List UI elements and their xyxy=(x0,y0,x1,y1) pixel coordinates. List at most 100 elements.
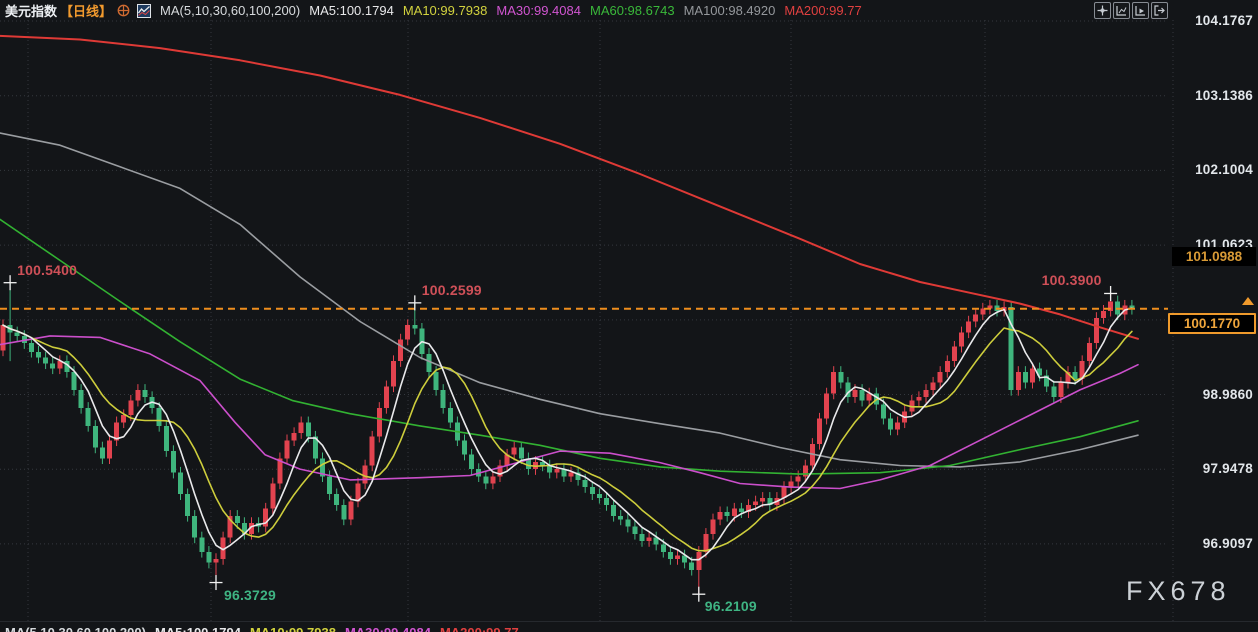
candle-body xyxy=(1030,368,1035,382)
candle-body xyxy=(689,563,694,570)
candle-body xyxy=(789,481,794,487)
candle-body xyxy=(206,552,211,563)
circle-plus-icon[interactable] xyxy=(117,4,130,17)
candle-body xyxy=(270,483,275,508)
price-annotation: 100.3900 xyxy=(1042,272,1102,288)
ma-line-ma200 xyxy=(0,36,1138,339)
candle-body xyxy=(853,390,858,397)
ma10-value: MA10:99.7938 xyxy=(403,3,488,18)
candle-body xyxy=(441,390,446,408)
fx678-watermark: FX678 xyxy=(1126,576,1231,607)
price-axis-label[interactable]: 98.9860 xyxy=(1141,387,1253,402)
high-price-tag: 101.0988 xyxy=(1172,247,1256,266)
candle-body xyxy=(135,390,140,401)
candle-body xyxy=(1,325,6,350)
candle-body xyxy=(881,404,886,418)
candle-body xyxy=(512,447,517,454)
candle-body xyxy=(434,372,439,390)
candle-body xyxy=(895,422,900,429)
symbol-name: 美元指数 xyxy=(5,1,57,20)
candle-body xyxy=(107,440,112,458)
candle-body xyxy=(398,340,403,362)
candle-body xyxy=(732,509,737,516)
candle-body xyxy=(1016,372,1021,390)
ma60-value: MA60:98.6743 xyxy=(590,3,675,18)
pane-separator xyxy=(0,621,1258,622)
cutoff-legend-text: MA30:99.4084 xyxy=(345,625,431,632)
candle-body xyxy=(79,390,84,408)
crosshair-icon[interactable] xyxy=(1094,2,1111,19)
candle-body xyxy=(760,498,765,502)
candle-body xyxy=(214,559,219,563)
candle-body xyxy=(121,415,126,422)
candle-body xyxy=(469,455,474,469)
candle-body xyxy=(675,555,680,559)
candle-body xyxy=(711,519,716,533)
candle-body xyxy=(164,426,169,451)
price-annotation: 96.2109 xyxy=(705,598,757,614)
candle-body xyxy=(1101,311,1106,318)
ma200-value: MA200:99.77 xyxy=(784,3,861,18)
candle-body xyxy=(235,516,240,523)
ma30-value: MA30:99.4084 xyxy=(496,3,581,18)
candle-body xyxy=(405,325,410,339)
price-annotation: 100.2599 xyxy=(422,282,482,298)
candle-body xyxy=(285,440,290,458)
candle-body xyxy=(157,408,162,426)
indicator-legend-cutoff: MA(5,10,30,60,100,200)MA5:100.1794MA10:9… xyxy=(5,625,1255,632)
candle-body xyxy=(199,537,204,551)
candlestick-chart[interactable] xyxy=(0,0,1258,632)
price-axis-label[interactable]: 102.1004 xyxy=(1141,162,1253,177)
candle-body xyxy=(604,498,609,505)
candle-body xyxy=(753,501,758,505)
candle-body xyxy=(725,512,730,516)
period-selector[interactable]: 【日线】 xyxy=(60,1,112,20)
candle-body xyxy=(824,394,829,419)
candle-body xyxy=(640,534,645,541)
candle-body xyxy=(924,390,929,397)
candle-body xyxy=(931,383,936,390)
candle-body xyxy=(370,437,375,466)
candle-body xyxy=(945,361,950,372)
ma5-value: MA5:100.1794 xyxy=(309,3,394,18)
candle-body xyxy=(143,390,148,397)
candle-body xyxy=(327,476,332,494)
candle-body xyxy=(590,487,595,494)
candle-body xyxy=(50,363,55,368)
candle-body xyxy=(796,476,801,481)
candle-body xyxy=(29,343,34,352)
candle-body xyxy=(661,545,666,552)
candle-body xyxy=(703,534,708,552)
candle-body xyxy=(696,552,701,570)
candle-body xyxy=(100,447,105,458)
candle-body xyxy=(72,372,77,390)
candle-body xyxy=(1051,386,1056,397)
candle-body xyxy=(938,372,943,383)
latest-price-arrow-icon[interactable] xyxy=(1242,297,1254,305)
cutoff-legend-text: MA10:99.7938 xyxy=(250,625,336,632)
candle-body xyxy=(916,397,921,401)
price-axis-label[interactable]: 103.1386 xyxy=(1141,88,1253,103)
candle-body xyxy=(632,527,637,534)
candle-body xyxy=(519,447,524,458)
candle-body xyxy=(334,494,339,505)
price-axis-label[interactable]: 96.9097 xyxy=(1141,536,1253,551)
price-annotation: 96.3729 xyxy=(224,587,276,603)
candle-body xyxy=(611,505,616,516)
candle-body xyxy=(348,501,353,519)
candle-body xyxy=(860,390,865,401)
candle-body xyxy=(583,480,588,487)
candle-body xyxy=(966,322,971,333)
price-axis-label[interactable]: 97.9478 xyxy=(1141,461,1253,476)
indicator-panel-icon[interactable] xyxy=(1113,2,1130,19)
candle-body xyxy=(959,332,964,346)
popout-icon[interactable] xyxy=(1151,2,1168,19)
playback-panel-icon[interactable] xyxy=(1132,2,1149,19)
candle-body xyxy=(171,451,176,473)
candle-body xyxy=(569,473,574,477)
candle-body xyxy=(618,516,623,520)
kline-chart-icon[interactable] xyxy=(137,4,151,18)
candle-body xyxy=(412,325,417,329)
candle-body xyxy=(363,465,368,483)
candle-body xyxy=(1023,372,1028,383)
